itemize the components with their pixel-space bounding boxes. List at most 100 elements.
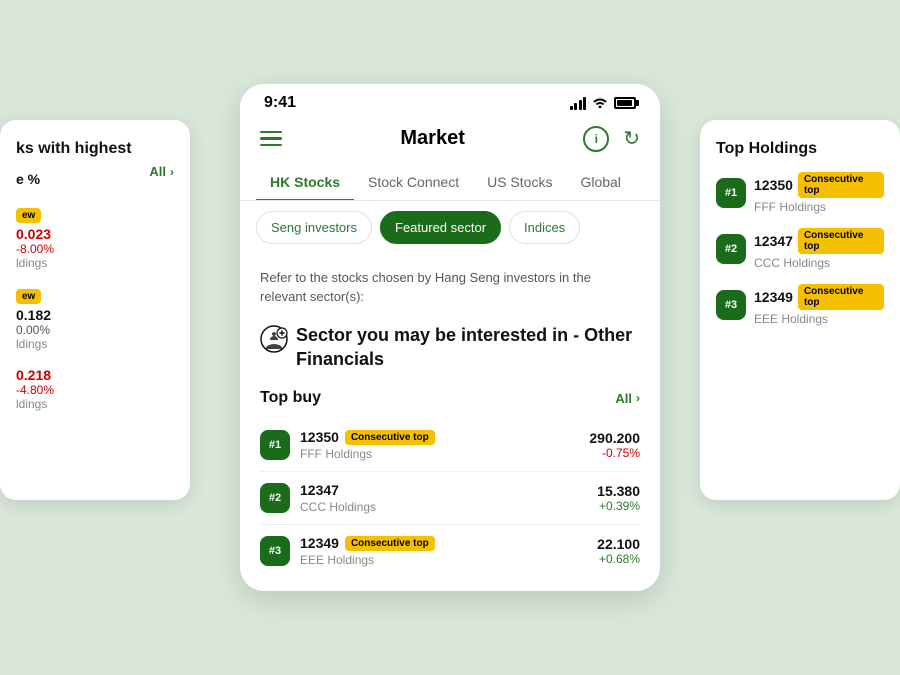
- consecutive-badge: Consecutive top: [798, 172, 884, 198]
- rank-badge: #2: [260, 483, 290, 513]
- list-item: #1 12350 Consecutive top FFF Holdings: [716, 172, 884, 214]
- right-code-row: 12347 Consecutive top: [754, 228, 884, 254]
- left-card-subtitle: e %: [16, 171, 40, 187]
- status-time: 9:41: [264, 94, 296, 112]
- right-info: 12347 Consecutive top CCC Holdings: [754, 228, 884, 270]
- price-change: +0.68%: [597, 552, 640, 566]
- stock-code: 12349: [300, 535, 339, 551]
- list-item: 0.218 -4.80% ldings: [16, 367, 174, 411]
- refresh-button[interactable]: ↻: [623, 126, 640, 152]
- sector-title: Sector you may be interested in - Other …: [296, 323, 640, 372]
- stock-price: 15.380 +0.39%: [597, 483, 640, 513]
- stock-row[interactable]: #2 12347 CCC Holdings 15.380 +0.39%: [260, 472, 640, 525]
- left-all-link[interactable]: All ›: [149, 164, 174, 179]
- change: -8.00%: [16, 242, 174, 256]
- stock-name: FFF Holdings: [300, 447, 579, 461]
- sub-tabs: Seng investors Featured sector Indices: [240, 201, 660, 254]
- price-value: 22.100: [597, 536, 640, 552]
- price-value: 15.380: [597, 483, 640, 499]
- subtab-indices[interactable]: Indices: [509, 211, 580, 244]
- price-change: +0.39%: [597, 499, 640, 513]
- stock-code: 12350: [754, 177, 793, 193]
- header-actions: i ↻: [583, 126, 640, 152]
- right-code-row: 12350 Consecutive top: [754, 172, 884, 198]
- header-title: Market: [400, 127, 464, 150]
- stock-code: 12349: [754, 289, 793, 305]
- tab-global[interactable]: Global: [566, 164, 634, 200]
- stock-name: EEE Holdings: [300, 553, 587, 567]
- badge: ew: [16, 208, 41, 223]
- stock-info: 12350 Consecutive top FFF Holdings: [300, 429, 579, 461]
- stock-code: 12350: [300, 429, 339, 445]
- subtab-featured-sector[interactable]: Featured sector: [380, 211, 501, 244]
- rank-badge: #1: [716, 178, 746, 208]
- stock-code: 12347: [300, 482, 339, 498]
- rank-badge: #1: [260, 430, 290, 460]
- list-item: ew 0.023 -8.00% ldings: [16, 205, 174, 270]
- change: 0.00%: [16, 323, 174, 337]
- stock-row[interactable]: #3 12349 Consecutive top EEE Holdings 22…: [260, 525, 640, 577]
- left-card-title: ks with highest: [16, 140, 132, 158]
- change: -4.80%: [16, 383, 174, 397]
- tab-us-stocks[interactable]: US Stocks: [473, 164, 566, 200]
- stock-price: 22.100 +0.68%: [597, 536, 640, 566]
- stock-code: 12347: [754, 233, 793, 249]
- status-bar: 9:41: [240, 84, 660, 118]
- consecutive-badge: Consecutive top: [798, 228, 884, 254]
- subtab-seng-investors[interactable]: Seng investors: [256, 211, 372, 244]
- battery-icon: [614, 97, 636, 109]
- sector-icon: [260, 325, 288, 353]
- tab-stock-connect[interactable]: Stock Connect: [354, 164, 473, 200]
- list-item: #3 12349 Consecutive top EEE Holdings: [716, 284, 884, 326]
- stock-name: FFF Holdings: [754, 200, 884, 214]
- price: 0.182: [16, 307, 174, 323]
- scene: ks with highest e % All › ew 0.023 -8.00…: [0, 0, 900, 675]
- top-buy-section: Top buy All › #1 12350 Consecutive top: [260, 389, 640, 577]
- right-info: 12350 Consecutive top FFF Holdings: [754, 172, 884, 214]
- menu-button[interactable]: [260, 131, 282, 147]
- price: 0.218: [16, 367, 174, 383]
- status-icons: [570, 95, 637, 111]
- list-item: ew 0.182 0.00% ldings: [16, 286, 174, 351]
- price: 0.023: [16, 226, 174, 242]
- info-button[interactable]: i: [583, 126, 609, 152]
- price-value: 290.200: [589, 430, 640, 446]
- name: ldings: [16, 256, 174, 270]
- section-title: Top buy: [260, 389, 321, 407]
- all-link[interactable]: All ›: [615, 391, 640, 406]
- chevron-icon: ›: [636, 391, 640, 405]
- tab-hk-stocks[interactable]: HK Stocks: [256, 164, 354, 200]
- consecutive-badge: Consecutive top: [798, 284, 884, 310]
- main-content: Refer to the stocks chosen by Hang Seng …: [240, 254, 660, 592]
- price-change: -0.75%: [589, 446, 640, 460]
- rank-badge: #3: [716, 290, 746, 320]
- stock-code-row: 12347: [300, 482, 587, 498]
- main-tabs: HK Stocks Stock Connect US Stocks Global: [240, 164, 660, 201]
- stock-info: 12349 Consecutive top EEE Holdings: [300, 535, 587, 567]
- right-info: 12349 Consecutive top EEE Holdings: [754, 284, 884, 326]
- right-card-title: Top Holdings: [716, 140, 884, 158]
- stock-info: 12347 CCC Holdings: [300, 482, 587, 514]
- menu-line: [260, 131, 282, 134]
- signal-icon: [570, 96, 587, 110]
- stock-row[interactable]: #1 12350 Consecutive top FFF Holdings 29…: [260, 419, 640, 472]
- right-code-row: 12349 Consecutive top: [754, 284, 884, 310]
- rank-badge: #3: [260, 536, 290, 566]
- main-card: 9:41: [240, 84, 660, 592]
- app-header: Market i ↻: [240, 118, 660, 164]
- description-text: Refer to the stocks chosen by Hang Seng …: [260, 268, 640, 307]
- rank-badge: #2: [716, 234, 746, 264]
- menu-line: [260, 137, 282, 140]
- consecutive-badge: Consecutive top: [345, 430, 435, 445]
- section-header: Top buy All ›: [260, 389, 640, 407]
- right-card: Top Holdings #1 12350 Consecutive top FF…: [700, 120, 900, 500]
- stock-name: EEE Holdings: [754, 312, 884, 326]
- stock-code-row: 12349 Consecutive top: [300, 535, 587, 551]
- menu-line: [260, 144, 282, 147]
- consecutive-badge: Consecutive top: [345, 536, 435, 551]
- list-item: #2 12347 Consecutive top CCC Holdings: [716, 228, 884, 270]
- stock-price: 290.200 -0.75%: [589, 430, 640, 460]
- stock-code-row: 12350 Consecutive top: [300, 429, 579, 445]
- sector-header: Sector you may be interested in - Other …: [260, 323, 640, 372]
- stock-name: CCC Holdings: [300, 500, 587, 514]
